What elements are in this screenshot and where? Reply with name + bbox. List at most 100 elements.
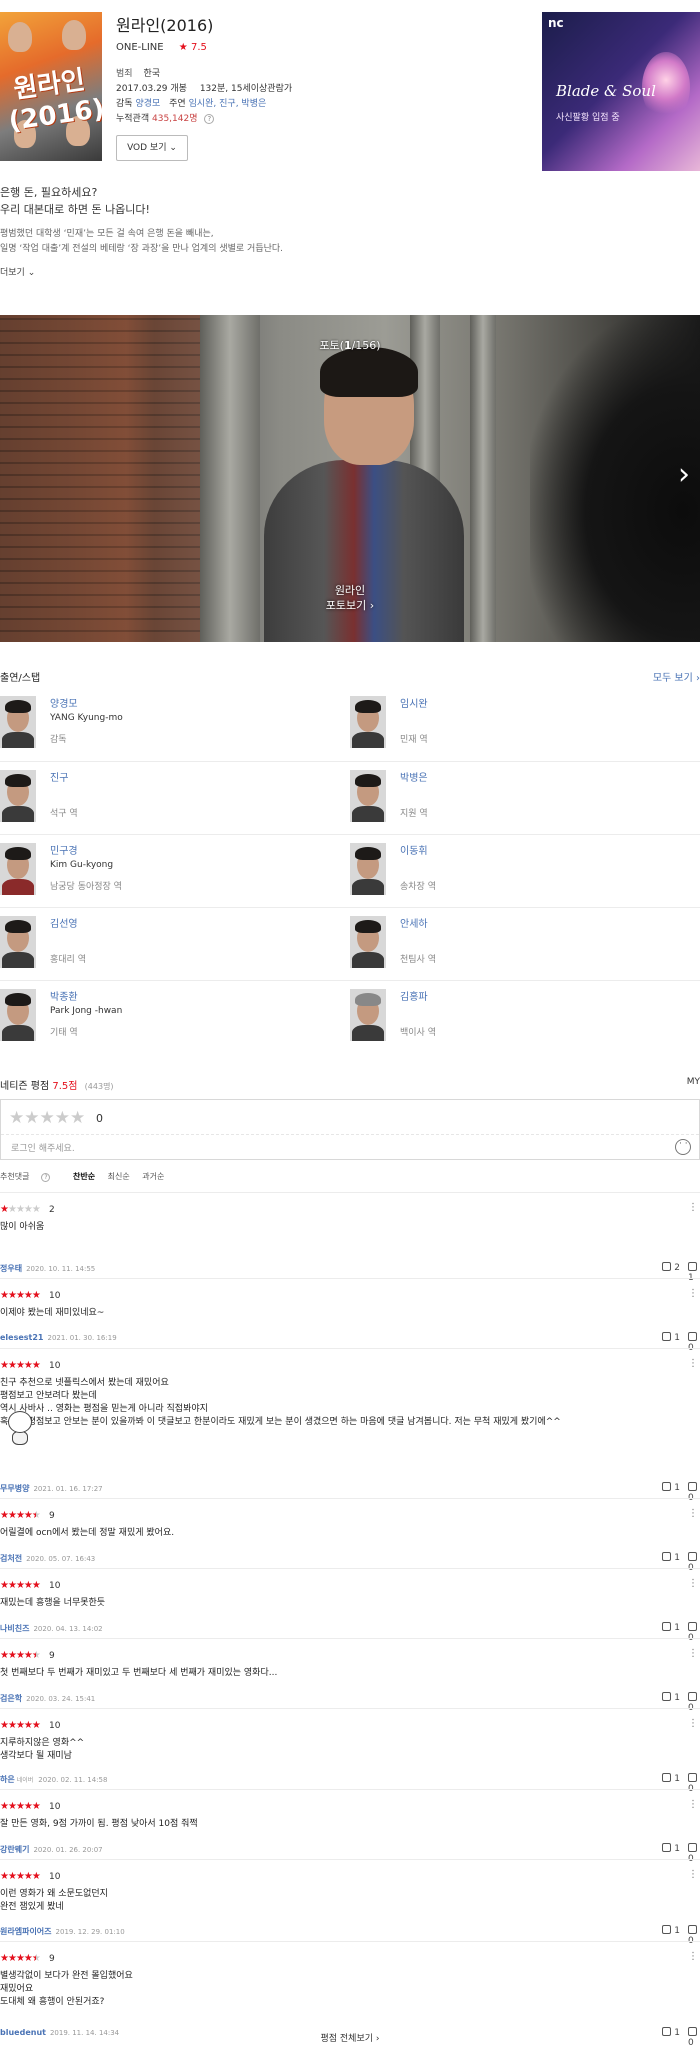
help-icon[interactable]: ? xyxy=(41,1173,51,1182)
cast-name[interactable]: 진구 xyxy=(50,772,340,786)
review-author[interactable]: 검처전 xyxy=(0,1554,22,1563)
more-options-icon[interactable]: ⋮ xyxy=(688,1952,698,1962)
cast-photo[interactable] xyxy=(0,843,36,895)
cast-item[interactable]: 민구경 Kim Gu-kyong 남궁당 동아정장 역 xyxy=(0,843,340,899)
emoji-icon[interactable] xyxy=(675,1139,691,1155)
cast-item[interactable]: 박병은 지원 역 xyxy=(350,770,690,826)
like-button[interactable]: 1 xyxy=(662,1692,680,1703)
thumbs-up-icon xyxy=(662,1773,672,1782)
more-options-icon[interactable]: ⋮ xyxy=(688,1800,698,1810)
more-options-icon[interactable]: ⋮ xyxy=(688,1870,698,1880)
advertisement-banner[interactable]: nc Blade & Soul 사신팔황 입점 중 xyxy=(542,12,700,171)
star-rating-input[interactable]: ★★★★★ xyxy=(9,1108,85,1128)
review-author[interactable]: elesest21 xyxy=(0,1333,44,1342)
vod-button[interactable]: VOD 보기 ⌄ xyxy=(116,135,188,161)
star-icon: ★ xyxy=(31,1871,41,1882)
photo-gallery[interactable]: 포토(1/156) › 원라인 포토보기 › xyxy=(0,315,700,642)
more-options-icon[interactable]: ⋮ xyxy=(688,1359,698,1369)
more-options-icon[interactable]: ⋮ xyxy=(688,1509,698,1519)
gallery-caption[interactable]: 원라인 포토보기 › xyxy=(0,583,700,613)
thumbs-up-icon xyxy=(662,1843,672,1852)
review-author[interactable]: 정우태 xyxy=(0,1264,22,1273)
more-options-icon[interactable]: ⋮ xyxy=(688,1289,698,1299)
cast-name[interactable]: 박병은 xyxy=(400,772,690,786)
cast-item[interactable]: 이동휘 송차장 역 xyxy=(350,843,690,899)
cast-name[interactable]: 박종환 xyxy=(50,991,340,1005)
review-score: 9 xyxy=(49,1511,55,1521)
review-author[interactable]: 나비친즈 xyxy=(0,1624,29,1633)
cast-item[interactable]: 박종환 Park Jong -hwan 기태 역 xyxy=(0,989,340,1045)
movie-summary: 원라인(2016) 원라인(2016) ONE-LINE ★ 7.5 범죄 한국… xyxy=(0,0,700,300)
review-author[interactable]: 강란뭬기 xyxy=(0,1845,29,1854)
like-button[interactable]: 1 xyxy=(662,1482,680,1493)
cast-photo[interactable] xyxy=(350,843,386,895)
like-button[interactable]: 1 xyxy=(662,1332,680,1343)
ratings-count: (443명) xyxy=(84,1082,114,1091)
like-count: 1 xyxy=(674,1774,680,1784)
cast-item[interactable]: 진구 석구 역 xyxy=(0,770,340,826)
cast-item[interactable]: 임시완 민재 역 xyxy=(350,696,690,752)
cast-name[interactable]: 임시완 xyxy=(400,698,690,712)
audience-value: 435,142명 xyxy=(152,114,198,124)
cast-photo[interactable] xyxy=(350,770,386,822)
like-button[interactable]: 1 xyxy=(662,1843,680,1854)
cast-photo[interactable] xyxy=(350,989,386,1041)
cast-name[interactable]: 김홍파 xyxy=(400,991,690,1005)
synopsis-more-button[interactable]: 더보기 ⌄ xyxy=(0,265,700,278)
cast-item[interactable]: 김홍파 백이사 역 xyxy=(350,989,690,1045)
cast-photo[interactable] xyxy=(0,770,36,822)
cast-role: 천팀사 역 xyxy=(400,955,436,965)
like-button[interactable]: 1 xyxy=(662,1552,680,1563)
review-item: ★★★★★ 10 이제야 봤는데 재미있네요~ elesest21 2021. 01. … xyxy=(0,1278,700,1353)
cast-name[interactable]: 양경모 xyxy=(50,698,340,712)
cast-photo[interactable] xyxy=(350,916,386,968)
thumbs-up-icon xyxy=(662,1925,672,1934)
comment-input[interactable]: 로그인 해주세요. xyxy=(11,1141,75,1154)
star-icon: ★ xyxy=(31,1204,41,1215)
like-count: 1 xyxy=(674,1333,680,1343)
cast-item[interactable]: 안세하 천팀사 역 xyxy=(350,916,690,972)
like-button[interactable]: 1 xyxy=(662,1622,680,1633)
movie-poster[interactable]: 원라인(2016) xyxy=(0,12,102,161)
review-author[interactable]: 원라엠파이어즈 xyxy=(0,1927,52,1936)
chevron-right-icon[interactable]: › xyxy=(678,460,690,490)
like-button[interactable]: 1 xyxy=(662,1773,680,1784)
review-author[interactable]: 무무병양 xyxy=(0,1484,29,1493)
cast-row: 박종환 Park Jong -hwan 기태 역 김홍파 백이사 역 xyxy=(0,980,700,1053)
cast-name[interactable]: 김선영 xyxy=(50,918,340,932)
cast-role: 민재 역 xyxy=(400,735,428,745)
gallery-view-button[interactable]: 포토보기 › xyxy=(0,598,700,613)
rating-write-box[interactable]: ★★★★★ 0 로그인 해주세요. xyxy=(0,1099,700,1160)
help-icon[interactable]: ? xyxy=(204,114,215,124)
my-rating-link[interactable]: MY xyxy=(687,1077,700,1087)
more-options-icon[interactable]: ⋮ xyxy=(688,1579,698,1589)
like-button[interactable]: 1 xyxy=(662,1925,680,1936)
movie-title[interactable]: 원라인(2016) xyxy=(116,12,516,36)
cast-name[interactable]: 민구경 xyxy=(50,845,340,859)
cast-photo[interactable] xyxy=(0,696,36,748)
sort-latest[interactable]: 최신순 xyxy=(108,1172,130,1181)
cast-photo[interactable] xyxy=(0,916,36,968)
cast-photo[interactable] xyxy=(0,989,36,1041)
cast-name[interactable]: 이동휘 xyxy=(400,845,690,859)
director-link[interactable]: 양경모 xyxy=(135,99,160,109)
view-all-ratings-link[interactable]: 평점 전체보기 › xyxy=(0,2031,700,2044)
more-options-icon[interactable]: ⋮ xyxy=(688,1719,698,1729)
cast-view-all-link[interactable]: 모두 보기 › xyxy=(653,669,700,684)
cast-item[interactable]: 김선영 홍대리 역 xyxy=(0,916,340,972)
like-button[interactable]: 2 xyxy=(662,1262,680,1273)
more-options-icon[interactable]: ⋮ xyxy=(688,1203,698,1213)
movie-rating: ★ 7.5 xyxy=(179,42,207,53)
star-icon: ★ xyxy=(7,1720,17,1731)
cast-photo[interactable] xyxy=(350,696,386,748)
review-date: 2021. 01. 30. 16:19 xyxy=(47,1334,117,1342)
sort-recommended[interactable]: 추천댓글? xyxy=(0,1172,60,1182)
cast-name[interactable]: 안세하 xyxy=(400,918,690,932)
more-options-icon[interactable]: ⋮ xyxy=(688,1649,698,1659)
sort-sympathy[interactable]: 찬반순 xyxy=(73,1172,95,1181)
sort-oldest[interactable]: 과거순 xyxy=(142,1172,164,1181)
review-author[interactable]: 하은 xyxy=(0,1775,15,1784)
cast-item[interactable]: 양경모 YANG Kyung-mo 감독 xyxy=(0,696,340,752)
main-cast-links[interactable]: 임시완, 진구, 박병은 xyxy=(189,99,267,109)
review-author[interactable]: 검은학 xyxy=(0,1694,22,1703)
